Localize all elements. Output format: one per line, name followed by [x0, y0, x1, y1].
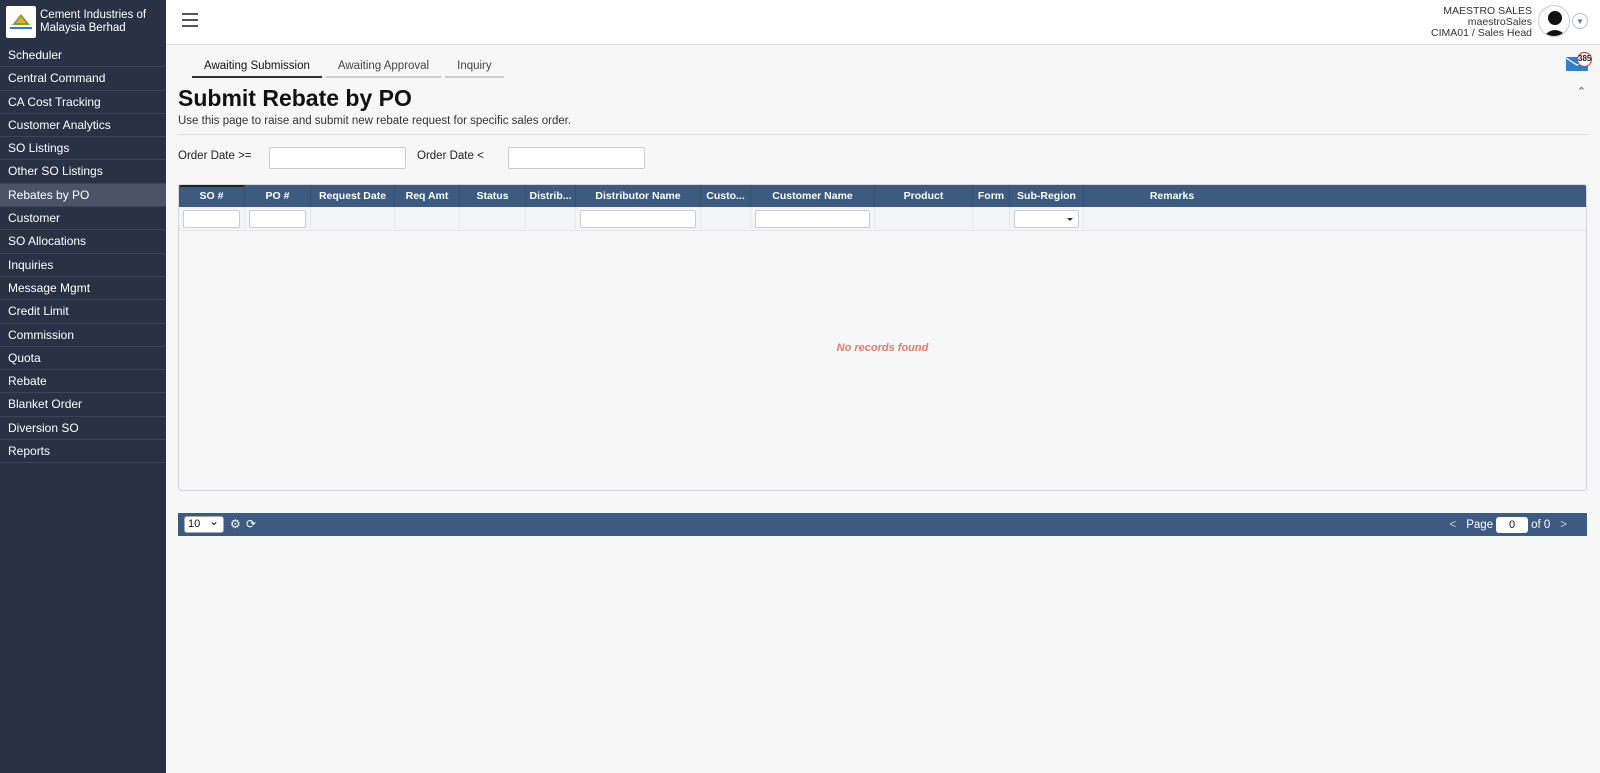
filter-cell-remarks: [1084, 207, 1260, 231]
notification-badge: 385: [1577, 52, 1592, 67]
sidebar-item-so-listings[interactable]: SO Listings: [0, 137, 166, 161]
filter-cell-status: [460, 207, 526, 231]
sidebar-item-other-so-listings[interactable]: Other SO Listings: [0, 160, 166, 184]
user-role: CIMA01 / Sales Head: [1431, 27, 1532, 39]
sidebar-item-quota[interactable]: Quota: [0, 347, 166, 371]
tab-awaiting-submission[interactable]: Awaiting Submission: [192, 59, 322, 78]
company-logo: [6, 6, 36, 38]
sidebar-item-customer[interactable]: Customer: [0, 207, 166, 231]
column-header-status[interactable]: Status: [460, 185, 526, 207]
so-filter-input[interactable]: [183, 210, 240, 228]
order-date-from-label: Order Date >=: [178, 150, 252, 162]
tab-bar: Awaiting Submission Awaiting Approval In…: [192, 59, 508, 78]
sidebar-item-commission[interactable]: Commission: [0, 324, 166, 347]
grid-filter-row: [179, 207, 1586, 231]
po-filter-input[interactable]: [249, 210, 306, 228]
sidebar-item-inquiries[interactable]: Inquiries: [0, 254, 166, 277]
order-date-from-input[interactable]: [269, 147, 406, 169]
column-header-po[interactable]: PO #: [245, 185, 311, 207]
sidebar-item-blanket-order[interactable]: Blanket Order: [0, 393, 166, 417]
filter-cell-distributor-name: [576, 207, 701, 231]
grid-footer: 10 ⚙ ⟳ < Page 0 of 0 >: [178, 513, 1587, 536]
column-header-req-amt[interactable]: Req Amt: [395, 185, 460, 207]
page-number-input[interactable]: 0: [1496, 516, 1529, 533]
column-header-so[interactable]: SO #: [179, 185, 245, 207]
chevron-up-icon[interactable]: ⌃: [1577, 85, 1586, 98]
sidebar-item-customer-analytics[interactable]: Customer Analytics: [0, 114, 166, 138]
distributor-name-filter-input[interactable]: [580, 210, 696, 228]
company-name: Cement Industries of Malaysia Berhad: [40, 9, 147, 34]
sidebar-item-rebates-by-po[interactable]: Rebates by PO: [0, 183, 166, 208]
column-header-distributor[interactable]: Distrib...: [526, 185, 576, 207]
filter-cell-sub-region: [1010, 207, 1084, 231]
customer-name-filter-input[interactable]: [755, 210, 870, 228]
tab-inquiry[interactable]: Inquiry: [445, 59, 504, 78]
sidebar-item-central-command[interactable]: Central Command: [0, 67, 166, 91]
sidebar-nav: Scheduler Central Command CA Cost Tracking…: [0, 44, 166, 464]
order-date-to-input[interactable]: [508, 147, 645, 169]
page-of-label: of 0: [1531, 518, 1551, 531]
column-header-request-date[interactable]: Request Date: [311, 185, 395, 207]
prev-page-button[interactable]: <: [1450, 519, 1457, 531]
column-header-customer[interactable]: Custo...: [701, 185, 751, 207]
user-menu-chevron-down-icon[interactable]: ▼: [1572, 13, 1588, 29]
top-bar: MAESTRO SALES maestroSales CIMA01 / Sale…: [166, 0, 1600, 45]
refresh-icon[interactable]: ⟳: [246, 517, 256, 531]
avatar[interactable]: [1538, 5, 1570, 37]
main-content: Awaiting Submission Awaiting Approval In…: [166, 45, 1600, 773]
sidebar-item-credit-limit[interactable]: Credit Limit: [0, 300, 166, 324]
column-header-product[interactable]: Product: [875, 185, 973, 207]
empty-message: No records found: [836, 342, 929, 354]
filter-cell-distributor: [526, 207, 576, 231]
column-header-form[interactable]: Form: [973, 185, 1010, 207]
brand[interactable]: Cement Industries of Malaysia Berhad: [0, 0, 166, 44]
page-title: Submit Rebate by PO: [178, 85, 412, 111]
filter-cell-req-amt: [395, 207, 460, 231]
sidebar-item-message-mgmt[interactable]: Message Mgmt: [0, 277, 166, 301]
column-header-remarks[interactable]: Remarks: [1084, 185, 1260, 207]
user-info: MAESTRO SALES maestroSales CIMA01 / Sale…: [1431, 6, 1532, 39]
sidebar-item-rebate[interactable]: Rebate: [0, 370, 166, 394]
column-header-distributor-name[interactable]: Distributor Name: [576, 185, 701, 207]
filter-cell-so: [179, 207, 245, 231]
sidebar: Cement Industries of Malaysia Berhad Sch…: [0, 0, 166, 773]
sidebar-item-diversion-so[interactable]: Diversion SO: [0, 417, 166, 441]
tab-awaiting-approval[interactable]: Awaiting Approval: [325, 59, 442, 78]
settings-gear-icon[interactable]: ⚙: [230, 517, 241, 531]
column-header-sub-region[interactable]: Sub-Region: [1010, 185, 1084, 207]
page-label: Page: [1466, 518, 1494, 531]
pager: < Page 0 of 0 >: [1440, 516, 1577, 533]
column-header-customer-name[interactable]: Customer Name: [751, 185, 875, 207]
sub-region-filter-select[interactable]: [1014, 210, 1079, 228]
filter-cell-form: [973, 207, 1010, 231]
filter-cell-product: [875, 207, 973, 231]
sidebar-item-reports[interactable]: Reports: [0, 440, 166, 464]
filter-cell-po: [245, 207, 311, 231]
sidebar-item-ca-cost-tracking[interactable]: CA Cost Tracking: [0, 91, 166, 114]
sidebar-item-scheduler[interactable]: Scheduler: [0, 44, 166, 68]
page-size-select[interactable]: 10: [184, 514, 224, 533]
order-date-to-label: Order Date <: [417, 150, 484, 162]
divider: [178, 134, 1588, 135]
next-page-button[interactable]: >: [1560, 519, 1567, 531]
filter-cell-customer-name: [751, 207, 875, 231]
sidebar-item-so-allocations[interactable]: SO Allocations: [0, 230, 166, 254]
rebate-grid: SO # PO # Request Date Req Amt Status Di…: [178, 184, 1587, 491]
filter-cell-customer: [701, 207, 751, 231]
hamburger-menu-icon[interactable]: [182, 13, 198, 27]
filter-cell-request-date: [311, 207, 395, 231]
grid-header: SO # PO # Request Date Req Amt Status Di…: [179, 185, 1586, 207]
page-description: Use this page to raise and submit new re…: [178, 115, 572, 127]
